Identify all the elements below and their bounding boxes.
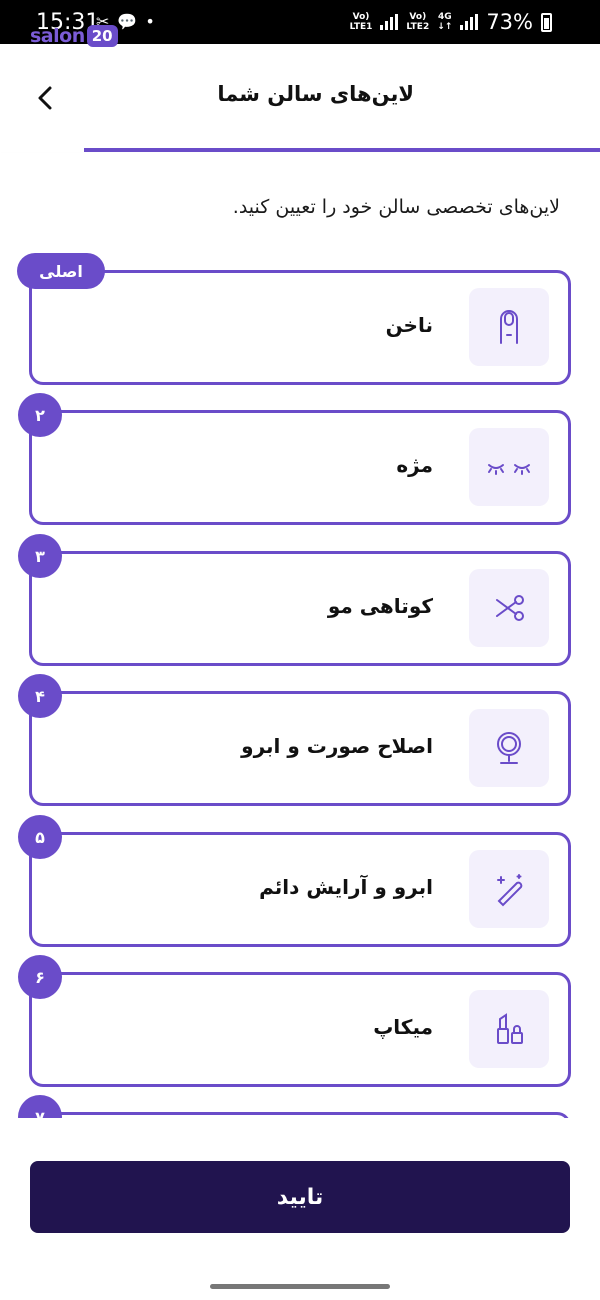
chevron-left-icon (38, 86, 52, 110)
nail-icon (500, 310, 518, 344)
back-button[interactable] (28, 80, 64, 116)
primary-tag: اصلی (17, 253, 105, 289)
tattoo-pen-icon (497, 874, 523, 907)
lane-icon-box (469, 709, 549, 787)
lane-card-permanent-makeup[interactable]: ابرو و آرایش دائم (29, 832, 571, 947)
rank-badge: ۶ (18, 955, 62, 999)
battery-percent: 73% (486, 10, 533, 34)
app-badge-count: 20 (86, 25, 118, 47)
dot-icon: • (145, 12, 155, 31)
sim2-label: Vo) LTE2 (406, 12, 430, 32)
confirm-button[interactable]: تایید (30, 1161, 570, 1233)
battery-icon (541, 12, 552, 32)
network-type: 4G ↓↑ (437, 12, 453, 32)
lane-icon-box (469, 569, 549, 647)
status-right: Vo) LTE1 Vo) LTE2 4G ↓↑ 73% (350, 10, 552, 34)
lane-card-nail[interactable]: ناخن (29, 270, 571, 385)
lane-label: میکاپ (373, 1015, 433, 1039)
eyelash-icon (488, 464, 530, 475)
header: لاین‌های سالن شما (0, 44, 600, 148)
rank-badge: ۴ (18, 674, 62, 718)
lane-label: کوتاهی مو (327, 594, 433, 618)
progress-bar (0, 148, 600, 152)
lane-card-face-brow[interactable]: اصلاح صورت و ابرو (29, 691, 571, 806)
app-brand: salon (30, 25, 85, 47)
rank-badge: ۵ (18, 815, 62, 859)
lane-card-haircut[interactable]: کوتاهی مو (29, 551, 571, 666)
progress-fill (84, 148, 600, 152)
lane-card-makeup[interactable]: میکاپ (29, 972, 571, 1087)
signal-icon (380, 14, 399, 30)
lipstick-icon (497, 1013, 523, 1044)
page-title: لاین‌های سالن شما (217, 82, 414, 106)
lane-icon-box (469, 288, 549, 366)
rank-badge: ۲ (18, 393, 62, 437)
lane-card-eyelash[interactable]: مژه (29, 410, 571, 525)
subtitle: لاین‌های تخصصی سالن خود را تعیین کنید. (232, 196, 560, 218)
lane-label: ناخن (385, 313, 433, 337)
lane-icon-box (469, 990, 549, 1068)
app-badge: salon 20 (30, 25, 118, 47)
signal-icon (460, 14, 479, 30)
lane-label: مژه (396, 453, 433, 477)
scissors-icon (496, 595, 524, 621)
mirror-icon (497, 732, 521, 764)
message-icon: 💬 (117, 12, 138, 31)
lane-label: ابرو و آرایش دائم (259, 875, 433, 899)
home-indicator[interactable] (210, 1284, 390, 1289)
lane-label: اصلاح صورت و ابرو (241, 734, 433, 758)
rank-badge: ۳ (18, 534, 62, 578)
lane-icon-box (469, 850, 549, 928)
lane-icon-box (469, 428, 549, 506)
sim1-label: Vo) LTE1 (349, 12, 373, 32)
